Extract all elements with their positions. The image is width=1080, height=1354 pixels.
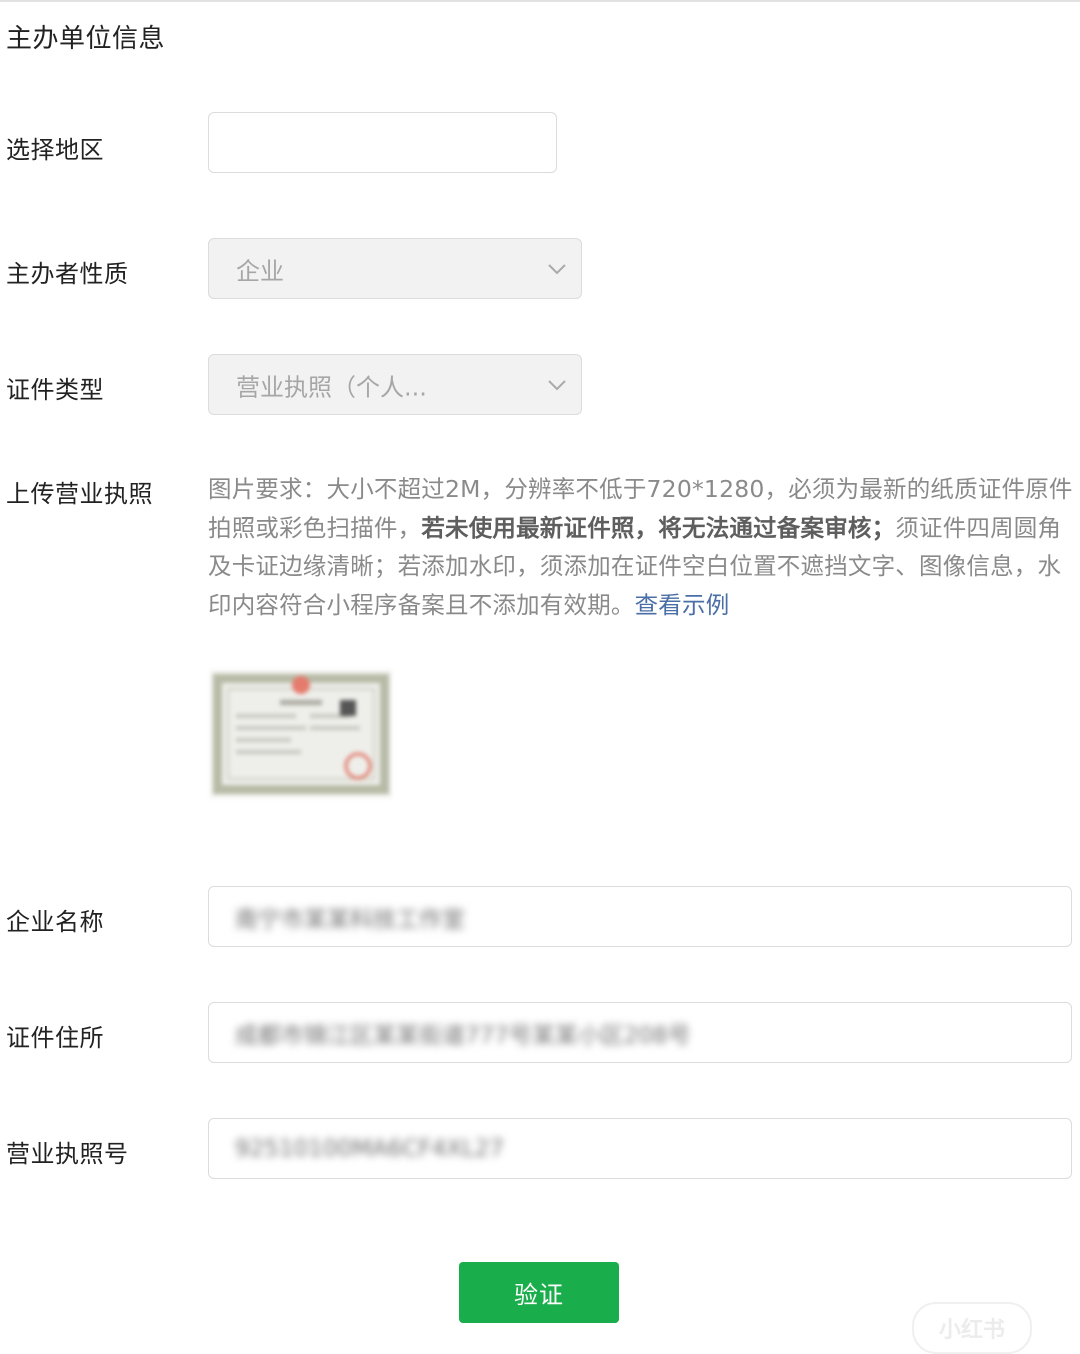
chevron-down-icon xyxy=(548,263,566,274)
watermark-logo: 小红书 xyxy=(912,1302,1032,1354)
company-name-value: 南宁市某某科技工作室 xyxy=(235,906,465,933)
company-name-input[interactable]: 南宁市某某科技工作室 xyxy=(208,886,1072,947)
section-title: 主办单位信息 xyxy=(6,24,166,54)
address-input[interactable]: 成都市锦江区某某街道777号某某小区208号 xyxy=(208,1002,1072,1063)
nature-select[interactable]: 企业 xyxy=(208,238,582,299)
cert-type-select[interactable]: 营业执照（个人... xyxy=(208,354,582,415)
region-label: 选择地区 xyxy=(6,136,104,164)
company-name-label: 企业名称 xyxy=(6,908,104,936)
license-number-label: 营业执照号 xyxy=(6,1140,129,1168)
upload-label: 上传营业执照 xyxy=(6,480,153,508)
address-label: 证件住所 xyxy=(6,1024,104,1052)
license-number-input[interactable]: 92510100MA6CF4XL27 xyxy=(208,1118,1072,1179)
nature-label: 主办者性质 xyxy=(6,260,129,288)
chevron-down-icon xyxy=(548,379,566,390)
license-number-value: 92510100MA6CF4XL27 xyxy=(235,1135,505,1162)
view-example-link[interactable]: 查看示例 xyxy=(635,591,730,619)
verify-button[interactable]: 验证 xyxy=(459,1262,619,1323)
top-divider xyxy=(0,0,1080,2)
cert-type-value: 营业执照（个人... xyxy=(236,373,427,401)
req-bold-warning: 若未使用最新证件照，将无法通过备案审核； xyxy=(421,513,896,542)
cert-type-label: 证件类型 xyxy=(6,376,104,404)
upload-requirements: 图片要求：大小不超过2M，分辨率不低于720*1280，必须为最新的纸质证件原件… xyxy=(208,470,1074,624)
region-select[interactable] xyxy=(208,112,557,173)
nature-value: 企业 xyxy=(236,257,284,285)
license-thumbnail[interactable] xyxy=(210,670,392,798)
address-value: 成都市锦江区某某街道777号某某小区208号 xyxy=(235,1022,691,1049)
